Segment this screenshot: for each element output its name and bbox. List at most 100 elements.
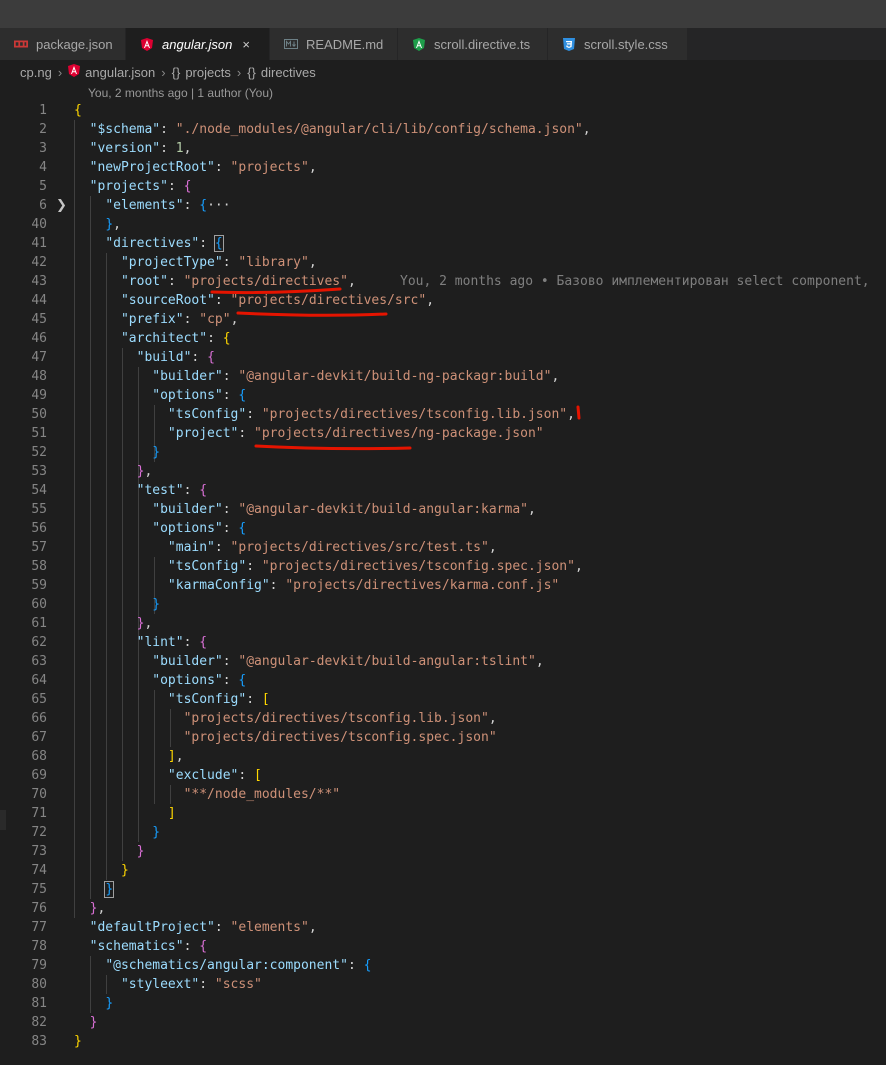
tab-readme-md[interactable]: README.md [270,28,398,60]
code-line[interactable]: 47 "build": { [0,348,886,367]
code-text: }, [74,614,153,633]
codelens-authors[interactable]: You, 2 months ago | 1 author (You) [88,86,273,100]
tab-scroll-style-css[interactable]: scroll.style.css [548,28,688,60]
code-line[interactable]: 64 "options": { [0,671,886,690]
code-text: "projectType": "library", [74,253,317,272]
token: : [269,578,286,593]
fold-chevron-icon[interactable]: ❯ [56,196,67,215]
tab-scroll-directive-ts[interactable]: scroll.directive.ts [398,28,548,60]
code-line[interactable]: 83} [0,1032,886,1051]
code-text: "$schema": "./node_modules/@angular/cli/… [74,120,591,139]
code-line[interactable]: 58 "tsConfig": "projects/directives/tsco… [0,557,886,576]
code-line[interactable]: 61 }, [0,614,886,633]
code-line[interactable]: 80 "styleext": "scss" [0,975,886,994]
token: , [308,255,317,270]
code-line[interactable]: 50 "tsConfig": "projects/directives/tsco… [0,405,886,424]
code-text: "newProjectRoot": "projects", [74,158,317,177]
code-line[interactable]: 62 "lint": { [0,633,886,652]
token: , [347,274,356,289]
code-line[interactable]: 4 "newProjectRoot": "projects", [0,158,886,177]
code-line[interactable]: 82 } [0,1013,886,1032]
angular-icon [140,37,154,51]
chevron-right-icon: › [57,64,63,80]
breadcrumb-symbol-projects[interactable]: projects [185,65,231,80]
code-line[interactable]: 75 } [0,880,886,899]
code-line[interactable]: 48 "builder": "@angular-devkit/build-ng-… [0,367,886,386]
token: , [308,160,317,175]
code-line[interactable]: 66 "projects/directives/tsconfig.lib.jso… [0,709,886,728]
code-editor[interactable]: 1{2 "$schema": "./node_modules/@angular/… [0,101,886,1051]
token: ] [167,749,176,764]
code-line[interactable]: 43 "root": "projects/directives", You, 2 … [0,272,886,291]
code-line[interactable]: 68 ], [0,747,886,766]
token: , [574,559,583,574]
code-line[interactable]: 51 "project": "projects/directives/ng-pa… [0,424,886,443]
code-line[interactable]: 53 }, [0,462,886,481]
code-line[interactable]: 41 "directives": { [0,234,886,253]
token: "@angular-devkit/build-ng-packagr:build" [238,369,552,384]
code-line[interactable]: 70 "**/node_modules/**" [0,785,886,804]
breadcrumb-folder[interactable]: cp.ng [20,65,52,80]
code-line[interactable]: 71 ] [0,804,886,823]
code-line[interactable]: 5 "projects": { [0,177,886,196]
token: } [152,825,161,840]
token: { [199,635,208,650]
code-line[interactable]: 67 "projects/directives/tsconfig.spec.js… [0,728,886,747]
code-line[interactable]: 76 }, [0,899,886,918]
line-number: 44 [31,293,47,308]
line-number: 4 [39,160,47,175]
token: "cp" [199,312,231,327]
code-line[interactable]: 57 "main": "projects/directives/src/test… [0,538,886,557]
code-line[interactable]: 60 } [0,595,886,614]
code-text: { [74,101,82,120]
code-line[interactable]: 74 } [0,861,886,880]
line-number: 1 [39,103,47,118]
token: "projects/directives/ng-package.json" [254,426,544,441]
code-line[interactable]: 78 "schematics": { [0,937,886,956]
code-text: } [74,880,115,899]
code-line[interactable]: 55 "builder": "@angular-devkit/build-ang… [0,500,886,519]
code-line[interactable]: 65 "tsConfig": [ [0,690,886,709]
code-line[interactable]: 69 "exclude": [ [0,766,886,785]
token: } [136,844,145,859]
code-text: "@schematics/angular:component": { [74,956,371,975]
code-line[interactable]: 2 "$schema": "./node_modules/@angular/cl… [0,120,886,139]
code-line[interactable]: 81 } [0,994,886,1013]
code-line[interactable]: 79 "@schematics/angular:component": { [0,956,886,975]
breadcrumb-symbol-directives[interactable]: directives [261,65,316,80]
token: { [363,958,372,973]
code-line[interactable]: 49 "options": { [0,386,886,405]
token: , [183,141,192,156]
line-number: 51 [31,426,47,441]
token: : [238,426,255,441]
tab-angular-json[interactable]: angular.json × [126,28,270,60]
code-line[interactable]: 1{ [0,101,886,120]
token: } [152,445,161,460]
code-line[interactable]: 3 "version": 1, [0,139,886,158]
code-line[interactable]: 40 }, [0,215,886,234]
code-line[interactable]: 45 "prefix": "cp", [0,310,886,329]
token: "schematics" [89,939,184,954]
close-icon[interactable]: × [242,37,250,52]
code-line[interactable]: 6 ❯ "elements": {··· [0,196,886,215]
token: "tsConfig" [167,559,247,574]
code-line[interactable]: 56 "options": { [0,519,886,538]
breadcrumb-file[interactable]: angular.json [85,65,155,80]
code-line[interactable]: 44 "sourceRoot": "projects/directives/sr… [0,291,886,310]
code-line[interactable]: 72 } [0,823,886,842]
code-line[interactable]: 63 "builder": "@angular-devkit/build-ang… [0,652,886,671]
line-number: 46 [31,331,47,346]
code-line[interactable]: 59 "karmaConfig": "projects/directives/k… [0,576,886,595]
code-line[interactable]: 52 } [0,443,886,462]
code-line[interactable]: 46 "architect": { [0,329,886,348]
code-line[interactable]: 54 "test": { [0,481,886,500]
token: { [199,939,208,954]
code-line[interactable]: 42 "projectType": "library", [0,253,886,272]
code-line[interactable]: 73 } [0,842,886,861]
code-line[interactable]: 77 "defaultProject": "elements", [0,918,886,937]
tab-package-json[interactable]: package.json [0,28,126,60]
